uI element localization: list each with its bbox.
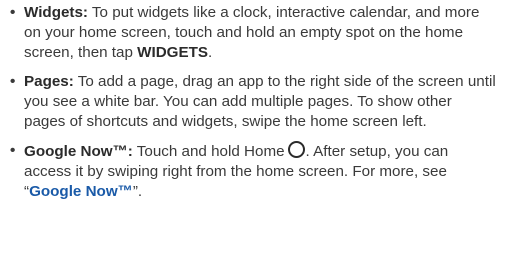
- term-google-now: Google Now™:: [24, 143, 133, 160]
- google-now-description: Touch and hold Home: [132, 143, 285, 160]
- home-circle-icon: [287, 141, 305, 158]
- widgets-description-end: .: [208, 44, 213, 61]
- bullet-marker: •: [10, 4, 16, 21]
- google-now-description-end: ”.: [132, 183, 143, 200]
- list-item-pages: • Pages: To add a page, drag an app to th…: [10, 72, 497, 132]
- list-item-google-now: • Google Now™: Touch and hold Home. After…: [10, 141, 497, 202]
- widgets-description: To put widgets like a clock, interactive…: [24, 4, 480, 61]
- widgets-ui-label: WIDGETS: [137, 44, 209, 61]
- pages-description: To add a page, drag an app to the right …: [24, 73, 496, 130]
- term-pages: Pages:: [24, 73, 74, 90]
- bullet-marker: •: [10, 73, 16, 90]
- list-item-widgets: • Widgets: To put widgets like a clock, i…: [10, 3, 497, 63]
- google-now-link[interactable]: Google Now™: [29, 183, 133, 200]
- term-widgets: Widgets:: [24, 4, 88, 21]
- document-page: • Widgets: To put widgets like a clock, i…: [0, 0, 505, 256]
- bullet-marker: •: [10, 142, 16, 159]
- tips-bullet-list: • Widgets: To put widgets like a clock, i…: [10, 3, 497, 202]
